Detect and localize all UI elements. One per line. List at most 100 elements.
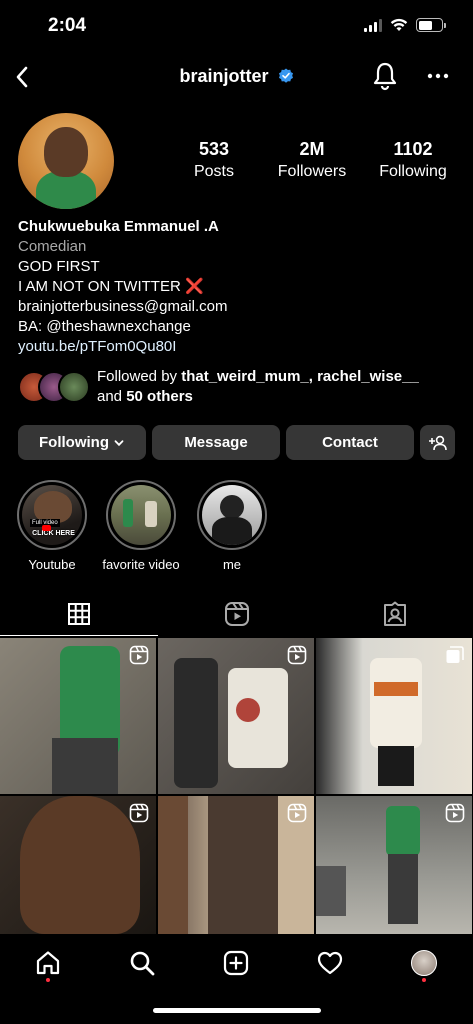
- grid-post[interactable]: [158, 796, 314, 934]
- message-label: Message: [184, 434, 248, 451]
- post-figure-shape: [52, 738, 118, 794]
- nav-search[interactable]: [124, 945, 160, 981]
- highlight-favorite-video[interactable]: favorite video: [102, 480, 180, 572]
- bell-icon: [373, 62, 397, 91]
- highlight-youtube[interactable]: Full video CLICK HERE Youtube: [16, 480, 88, 572]
- wifi-icon: [390, 18, 408, 31]
- following-button[interactable]: Following: [18, 425, 146, 460]
- youtube-play-icon: [42, 525, 51, 531]
- post-figure-shape: [174, 658, 218, 788]
- highlight-cover: [111, 485, 171, 545]
- followed-by-prefix: Followed by: [97, 368, 182, 385]
- grid-post[interactable]: [316, 796, 472, 934]
- bio-mention[interactable]: BA: @theshawnexchange: [18, 317, 458, 337]
- activity-heart-icon: [317, 951, 343, 975]
- reel-badge-icon: [287, 803, 307, 823]
- category-label: Comedian: [18, 238, 87, 255]
- stat-value: 2M: [299, 139, 325, 159]
- post-figure-shape: [388, 854, 418, 924]
- mutual-others-count[interactable]: 50 others: [126, 388, 193, 405]
- nav-new-post[interactable]: [218, 945, 254, 981]
- grid-post[interactable]: [0, 796, 156, 934]
- stat-label: Following: [379, 163, 447, 180]
- new-post-icon: [223, 950, 249, 976]
- posts-grid: [0, 638, 473, 934]
- mutual-follower-names[interactable]: that_weird_mum_, rachel_wise__: [181, 368, 419, 385]
- reel-badge-icon: [287, 645, 307, 665]
- username: brainjotter: [179, 66, 269, 86]
- profile-content-tabs: [0, 592, 473, 636]
- nav-home[interactable]: [30, 945, 66, 981]
- notifications-button[interactable]: [371, 61, 399, 91]
- highlight-ring: [106, 480, 176, 550]
- more-horizontal-icon: [427, 73, 449, 79]
- avatar-figure-head: [44, 127, 88, 177]
- grid-post[interactable]: [0, 638, 156, 794]
- followed-by[interactable]: Followed by that_weird_mum_, rachel_wise…: [18, 367, 458, 407]
- nav-profile[interactable]: [406, 945, 442, 981]
- reel-badge-icon: [129, 645, 149, 665]
- bottom-navigation: [0, 934, 473, 1024]
- highlight-ring: [197, 480, 267, 550]
- profile-stats: 533 Posts 2M Followers 1102 Following: [170, 139, 460, 181]
- post-figure-shape: [386, 806, 420, 856]
- grid-icon: [68, 602, 90, 625]
- followed-by-text: Followed by that_weird_mum_, rachel_wise…: [97, 367, 467, 407]
- stat-value: 533: [198, 139, 230, 159]
- highlight-figure-shape: [123, 499, 133, 527]
- story-highlights: Full video CLICK HERE Youtube favorite v…: [16, 480, 456, 572]
- highlight-label: me: [222, 557, 242, 572]
- stat-posts[interactable]: 533 Posts: [170, 139, 258, 181]
- home-icon: [36, 951, 60, 975]
- bio-line: I AM NOT ON TWITTER: [18, 278, 181, 295]
- more-options-button[interactable]: [424, 64, 452, 88]
- cross-mark-emoji: ❌: [184, 278, 204, 295]
- post-figure-shape: [228, 668, 288, 768]
- grid-post[interactable]: [316, 638, 472, 794]
- status-time: 2:04: [48, 15, 87, 36]
- profile-avatar-thumb: [411, 950, 437, 976]
- add-person-icon: [428, 435, 447, 450]
- profile-avatar[interactable]: [18, 113, 114, 209]
- bio-link[interactable]: youtu.be/pTFom0Qu80I: [18, 337, 458, 357]
- suggested-users-button[interactable]: [420, 425, 455, 460]
- followed-by-and: and: [97, 388, 127, 405]
- tagged-icon: [384, 601, 406, 626]
- message-button[interactable]: Message: [152, 425, 280, 460]
- tab-reels[interactable]: [158, 592, 316, 636]
- nav-activity[interactable]: [312, 945, 348, 981]
- reel-badge-icon: [445, 803, 465, 823]
- display-name: Chukwuebuka Emmanuel .A: [18, 218, 219, 235]
- cellular-signal-icon: [364, 18, 382, 32]
- tab-posts-grid[interactable]: [0, 592, 158, 636]
- profile-header: brainjotter: [0, 58, 473, 98]
- bio-email[interactable]: brainjotterbusiness@gmail.com: [18, 297, 458, 317]
- highlight-me[interactable]: me: [196, 480, 268, 572]
- grid-post[interactable]: [158, 638, 314, 794]
- post-figure-shape: [378, 746, 414, 786]
- post-figure-shape: [370, 658, 422, 748]
- carousel-badge-icon: [446, 646, 464, 663]
- tab-tagged[interactable]: [316, 592, 473, 636]
- profile-username-title: brainjotter: [0, 66, 473, 87]
- home-notification-dot: [46, 978, 50, 982]
- post-figure-shape: [374, 682, 418, 696]
- stat-label: Followers: [277, 163, 347, 180]
- stat-following[interactable]: 1102 Following: [366, 139, 460, 181]
- post-face-shape: [20, 796, 140, 934]
- highlight-body-shape: [212, 517, 252, 545]
- profile-bio: Chukwuebuka Emmanuel .A Comedian GOD FIR…: [18, 217, 458, 357]
- stat-followers[interactable]: 2M Followers: [258, 139, 366, 181]
- stat-value: 1102: [393, 139, 433, 159]
- highlight-head-shape: [220, 495, 244, 519]
- post-figure-shape: [236, 698, 260, 722]
- highlight-label: Youtube: [28, 557, 76, 572]
- highlight-ring: Full video CLICK HERE: [17, 480, 87, 550]
- home-indicator: [153, 1008, 321, 1013]
- contact-button[interactable]: Contact: [286, 425, 414, 460]
- contact-label: Contact: [322, 434, 378, 451]
- post-figure-shape: [158, 796, 188, 934]
- highlight-figure-shape: [145, 501, 157, 527]
- highlight-label: favorite video: [102, 557, 180, 572]
- post-figure-shape: [316, 866, 346, 916]
